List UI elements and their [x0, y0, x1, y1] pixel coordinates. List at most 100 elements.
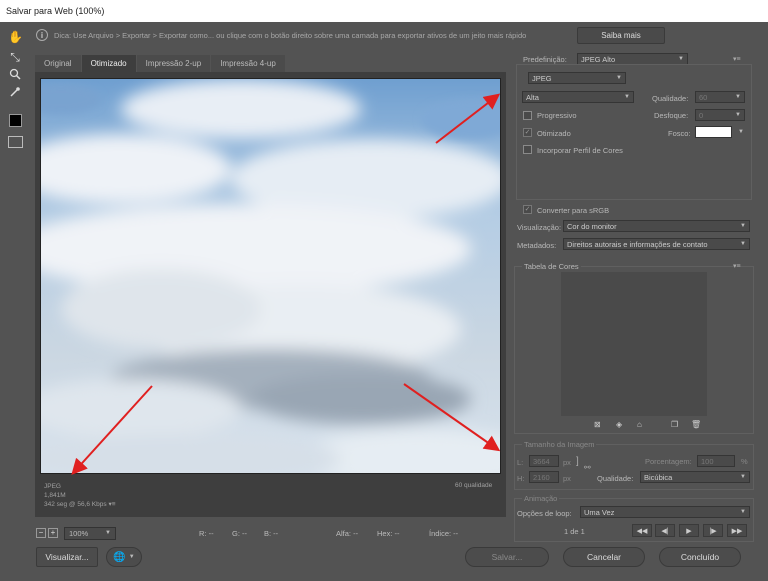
resample-quality-select[interactable]: Bicúbica ▼	[640, 471, 750, 483]
image-size-box	[514, 444, 754, 490]
previous-frame-button[interactable]: ◀|	[655, 524, 675, 537]
tab-optimized[interactable]: Otimizado	[81, 55, 136, 72]
width-input[interactable]: 3664	[529, 455, 559, 467]
green-readout: G: --	[232, 528, 247, 538]
index-readout: Índice: --	[429, 528, 459, 538]
hand-tool-icon[interactable]: ✋	[8, 30, 23, 44]
height-label: H:	[517, 474, 525, 483]
blue-readout: B: --	[264, 528, 279, 538]
optimized-checkbox[interactable]: ✓	[523, 128, 532, 137]
quality-label: Qualidade:	[652, 94, 689, 103]
quality-input[interactable]: 60 ▼	[695, 91, 745, 103]
alpha-readout: Alfa: --	[336, 528, 359, 538]
optimized-image-preview[interactable]	[40, 78, 501, 474]
progressive-label: Progressivo	[537, 111, 577, 120]
globe-icon: 🌐	[113, 551, 126, 563]
color-table-menu-icon[interactable]: ▾≡	[733, 262, 741, 270]
zoom-in-button[interactable]: +	[48, 528, 58, 538]
next-frame-button[interactable]: |▶	[703, 524, 723, 537]
optimized-label: Otimizado	[537, 129, 571, 138]
loop-options-select[interactable]: Uma Vez ▼	[580, 506, 750, 518]
frame-counter: 1 de 1	[564, 527, 585, 536]
chevron-down-icon: ▼	[740, 509, 746, 515]
toggle-slices-visibility-icon[interactable]	[8, 136, 23, 148]
play-button[interactable]: ▶	[679, 524, 699, 537]
tab-2-up[interactable]: Impressão 2-up	[136, 55, 211, 72]
zoom-tool-icon[interactable]	[8, 68, 22, 82]
slice-select-tool-icon[interactable]: ⤡	[8, 50, 22, 64]
constrain-proportions-link-icon[interactable]: ]	[576, 456, 579, 467]
web-snap-icon[interactable]: ◈	[616, 420, 622, 429]
blur-value: 0	[699, 110, 704, 120]
tab-original[interactable]: Original	[35, 55, 81, 72]
height-input[interactable]: 2160	[529, 471, 559, 483]
percent-unit: %	[741, 457, 748, 466]
blur-label: Desfoque:	[654, 111, 689, 120]
height-value: 2160	[533, 472, 550, 482]
metadata-label: Metadados:	[517, 241, 557, 250]
chevron-down-icon: ▼	[740, 474, 746, 480]
download-speed-menu[interactable]: ▾≡	[108, 501, 115, 508]
sky-clouds-image	[41, 79, 500, 473]
optimize-menu-icon[interactable]: ▾≡	[733, 55, 741, 63]
chevron-down-icon: ▼	[105, 530, 111, 536]
metadata-value: Direitos autorais e informações de conta…	[567, 239, 708, 249]
preview-mode-value: Cor do monitor	[567, 221, 617, 231]
image-file-size: 1,841M	[44, 492, 66, 499]
chevron-down-icon: ▼	[624, 94, 630, 100]
map-color-icon[interactable]: ⊠	[594, 420, 601, 429]
done-button[interactable]: Concluído	[659, 547, 741, 567]
chevron-down-icon[interactable]: ▼	[738, 129, 744, 135]
loop-options-label: Opções de loop:	[517, 509, 572, 518]
progressive-checkbox[interactable]	[523, 111, 532, 120]
convert-srgb-checkbox[interactable]: ✓	[523, 205, 532, 214]
metadata-select[interactable]: Direitos autorais e informações de conta…	[563, 238, 750, 250]
delete-color-icon[interactable]: 🗑	[691, 420, 701, 429]
save-button[interactable]: Salvar...	[465, 547, 549, 567]
learn-more-button[interactable]: Saiba mais	[577, 27, 665, 44]
chevron-down-icon: ▼	[735, 112, 741, 118]
zoom-select[interactable]: 100% ▼	[64, 526, 116, 540]
lock-color-icon[interactable]: ⌂	[637, 420, 642, 429]
tab-4-up[interactable]: Impressão 4-up	[211, 55, 285, 72]
width-label: L:	[517, 458, 524, 467]
chevron-down-icon: ▼	[740, 241, 746, 247]
preview-in-browser-button[interactable]: Visualizar...	[36, 547, 98, 567]
width-unit: px	[563, 458, 571, 467]
preset-value: JPEG Alto	[581, 54, 616, 64]
image-info: JPEG 1,841M 342 seg @ 56,6 Kbps ▾≡	[44, 482, 116, 509]
blur-input[interactable]: 0 ▼	[695, 109, 745, 121]
percent-input[interactable]: 100	[697, 455, 735, 467]
last-frame-button[interactable]: ▶▶	[727, 524, 747, 537]
color-table-swatches[interactable]	[561, 272, 707, 416]
file-format-select[interactable]: JPEG ▼	[528, 72, 626, 84]
image-download-time: 342 seg @ 56,6 Kbps	[44, 501, 107, 508]
matte-label: Fosco:	[668, 129, 691, 138]
new-color-icon[interactable]: ❐	[671, 420, 678, 429]
animation-title: Animação	[522, 494, 560, 503]
matte-color-swatch[interactable]	[695, 126, 732, 138]
first-frame-button[interactable]: ◀◀	[632, 524, 652, 537]
zoom-out-button[interactable]: −	[36, 528, 46, 538]
chevron-down-icon: ▼	[128, 554, 135, 560]
chevron-down-icon: ▼	[740, 223, 746, 229]
info-icon: i	[36, 29, 48, 41]
eyedropper-tool-icon[interactable]	[8, 86, 22, 100]
width-value: 3664	[533, 456, 550, 466]
red-readout: R: --	[199, 528, 214, 538]
compression-quality-select[interactable]: Alta ▼	[522, 91, 634, 103]
hint-text: Dica: Use Arquivo > Exportar > Exportar …	[54, 30, 527, 40]
browser-select-button[interactable]: 🌐 ▼	[106, 547, 142, 567]
embed-color-profile-checkbox[interactable]	[523, 145, 532, 154]
embed-color-profile-label: Incorporar Perfil de Cores	[537, 146, 623, 155]
cancel-button[interactable]: Cancelar	[563, 547, 645, 567]
preview-mode-select[interactable]: Cor do monitor ▼	[563, 220, 750, 232]
preset-label: Predefinição:	[523, 55, 567, 64]
eyedropper-color-swatch[interactable]	[9, 114, 22, 127]
quality-value: 60	[699, 92, 708, 102]
hex-readout: Hex: --	[377, 528, 400, 538]
window-title: Salvar para Web (100%)	[0, 0, 768, 22]
chain-link-icon[interactable]: ⚯	[584, 463, 591, 472]
loop-options-value: Uma Vez	[584, 507, 615, 517]
status-bar: − + 100% ▼ R: -- G: -- B: -- Alfa: -- He…	[36, 526, 506, 540]
